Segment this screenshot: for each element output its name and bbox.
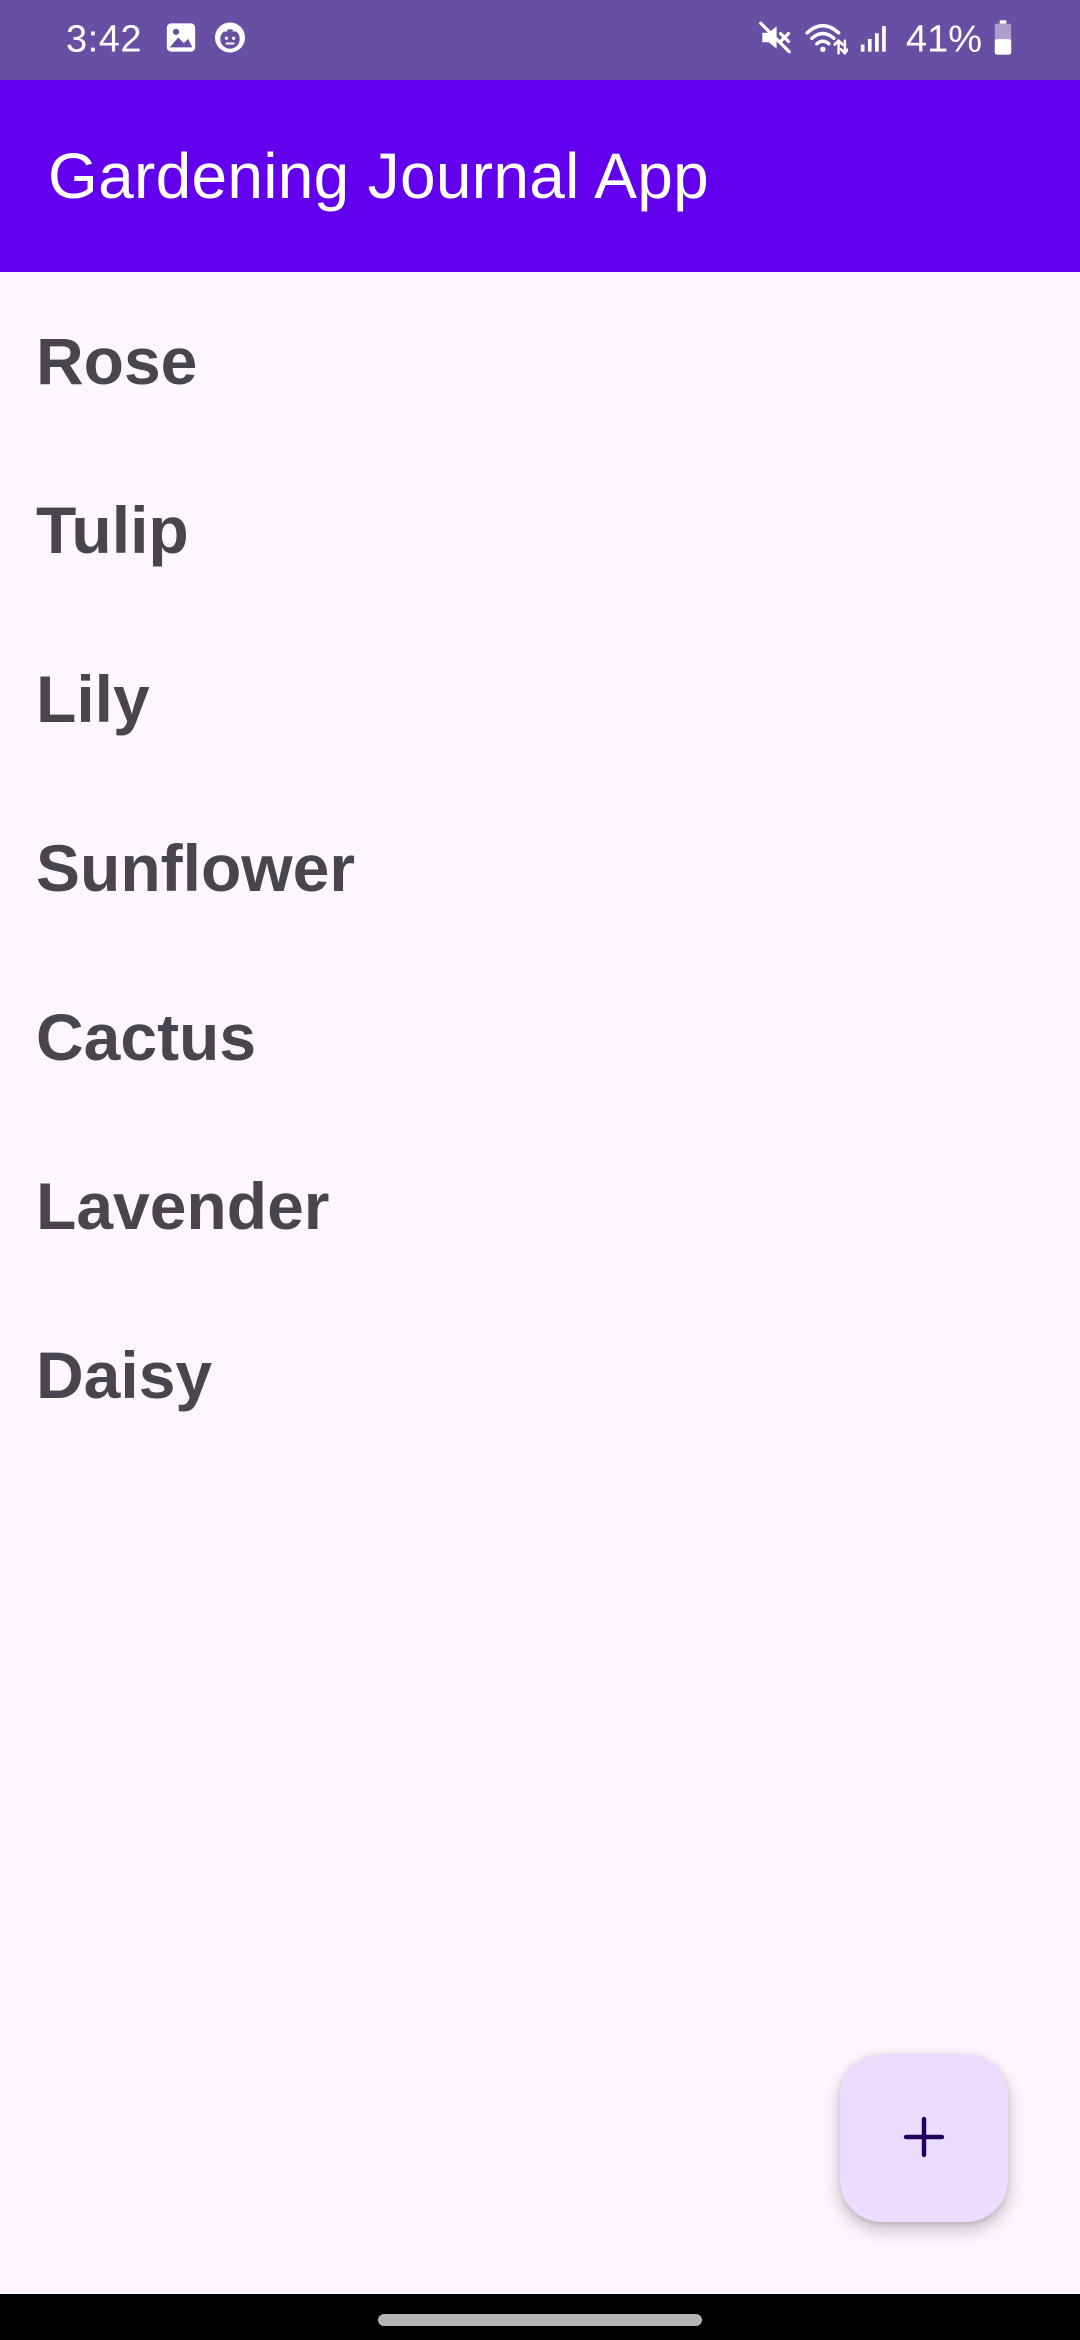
mute-icon [756,19,794,62]
list-item-tulip[interactable]: Tulip [0,445,1080,614]
status-notification-icons [164,20,248,61]
app-title: Gardening Journal App [48,140,709,212]
list-item-sunflower[interactable]: Sunflower [0,783,1080,952]
list-item-lily[interactable]: Lily [0,614,1080,783]
add-plant-button[interactable] [840,2054,1008,2222]
list-item-lavender[interactable]: Lavender [0,1121,1080,1290]
status-time: 3:42 [66,18,142,61]
plus-icon [900,2113,948,2164]
status-system-icons: 41% [756,19,1014,62]
list-item-daisy[interactable]: Daisy [0,1290,1080,1459]
list-item-rose[interactable]: Rose [0,276,1080,445]
signal-icon [858,20,892,61]
home-gesture-handle[interactable] [378,2314,702,2326]
status-bar: 3:42 41% [0,0,1080,80]
plant-list: Rose Tulip Lily Sunflower Cactus Lavende… [0,276,1080,1459]
notification-face-icon [212,20,248,61]
wifi-icon [804,19,850,62]
battery-percentage: 41% [905,18,982,61]
image-icon [164,21,198,60]
list-item-cactus[interactable]: Cactus [0,952,1080,1121]
app-bar: Gardening Journal App [0,80,1080,272]
battery-icon [992,20,1014,61]
navigation-bar [0,2294,1080,2340]
